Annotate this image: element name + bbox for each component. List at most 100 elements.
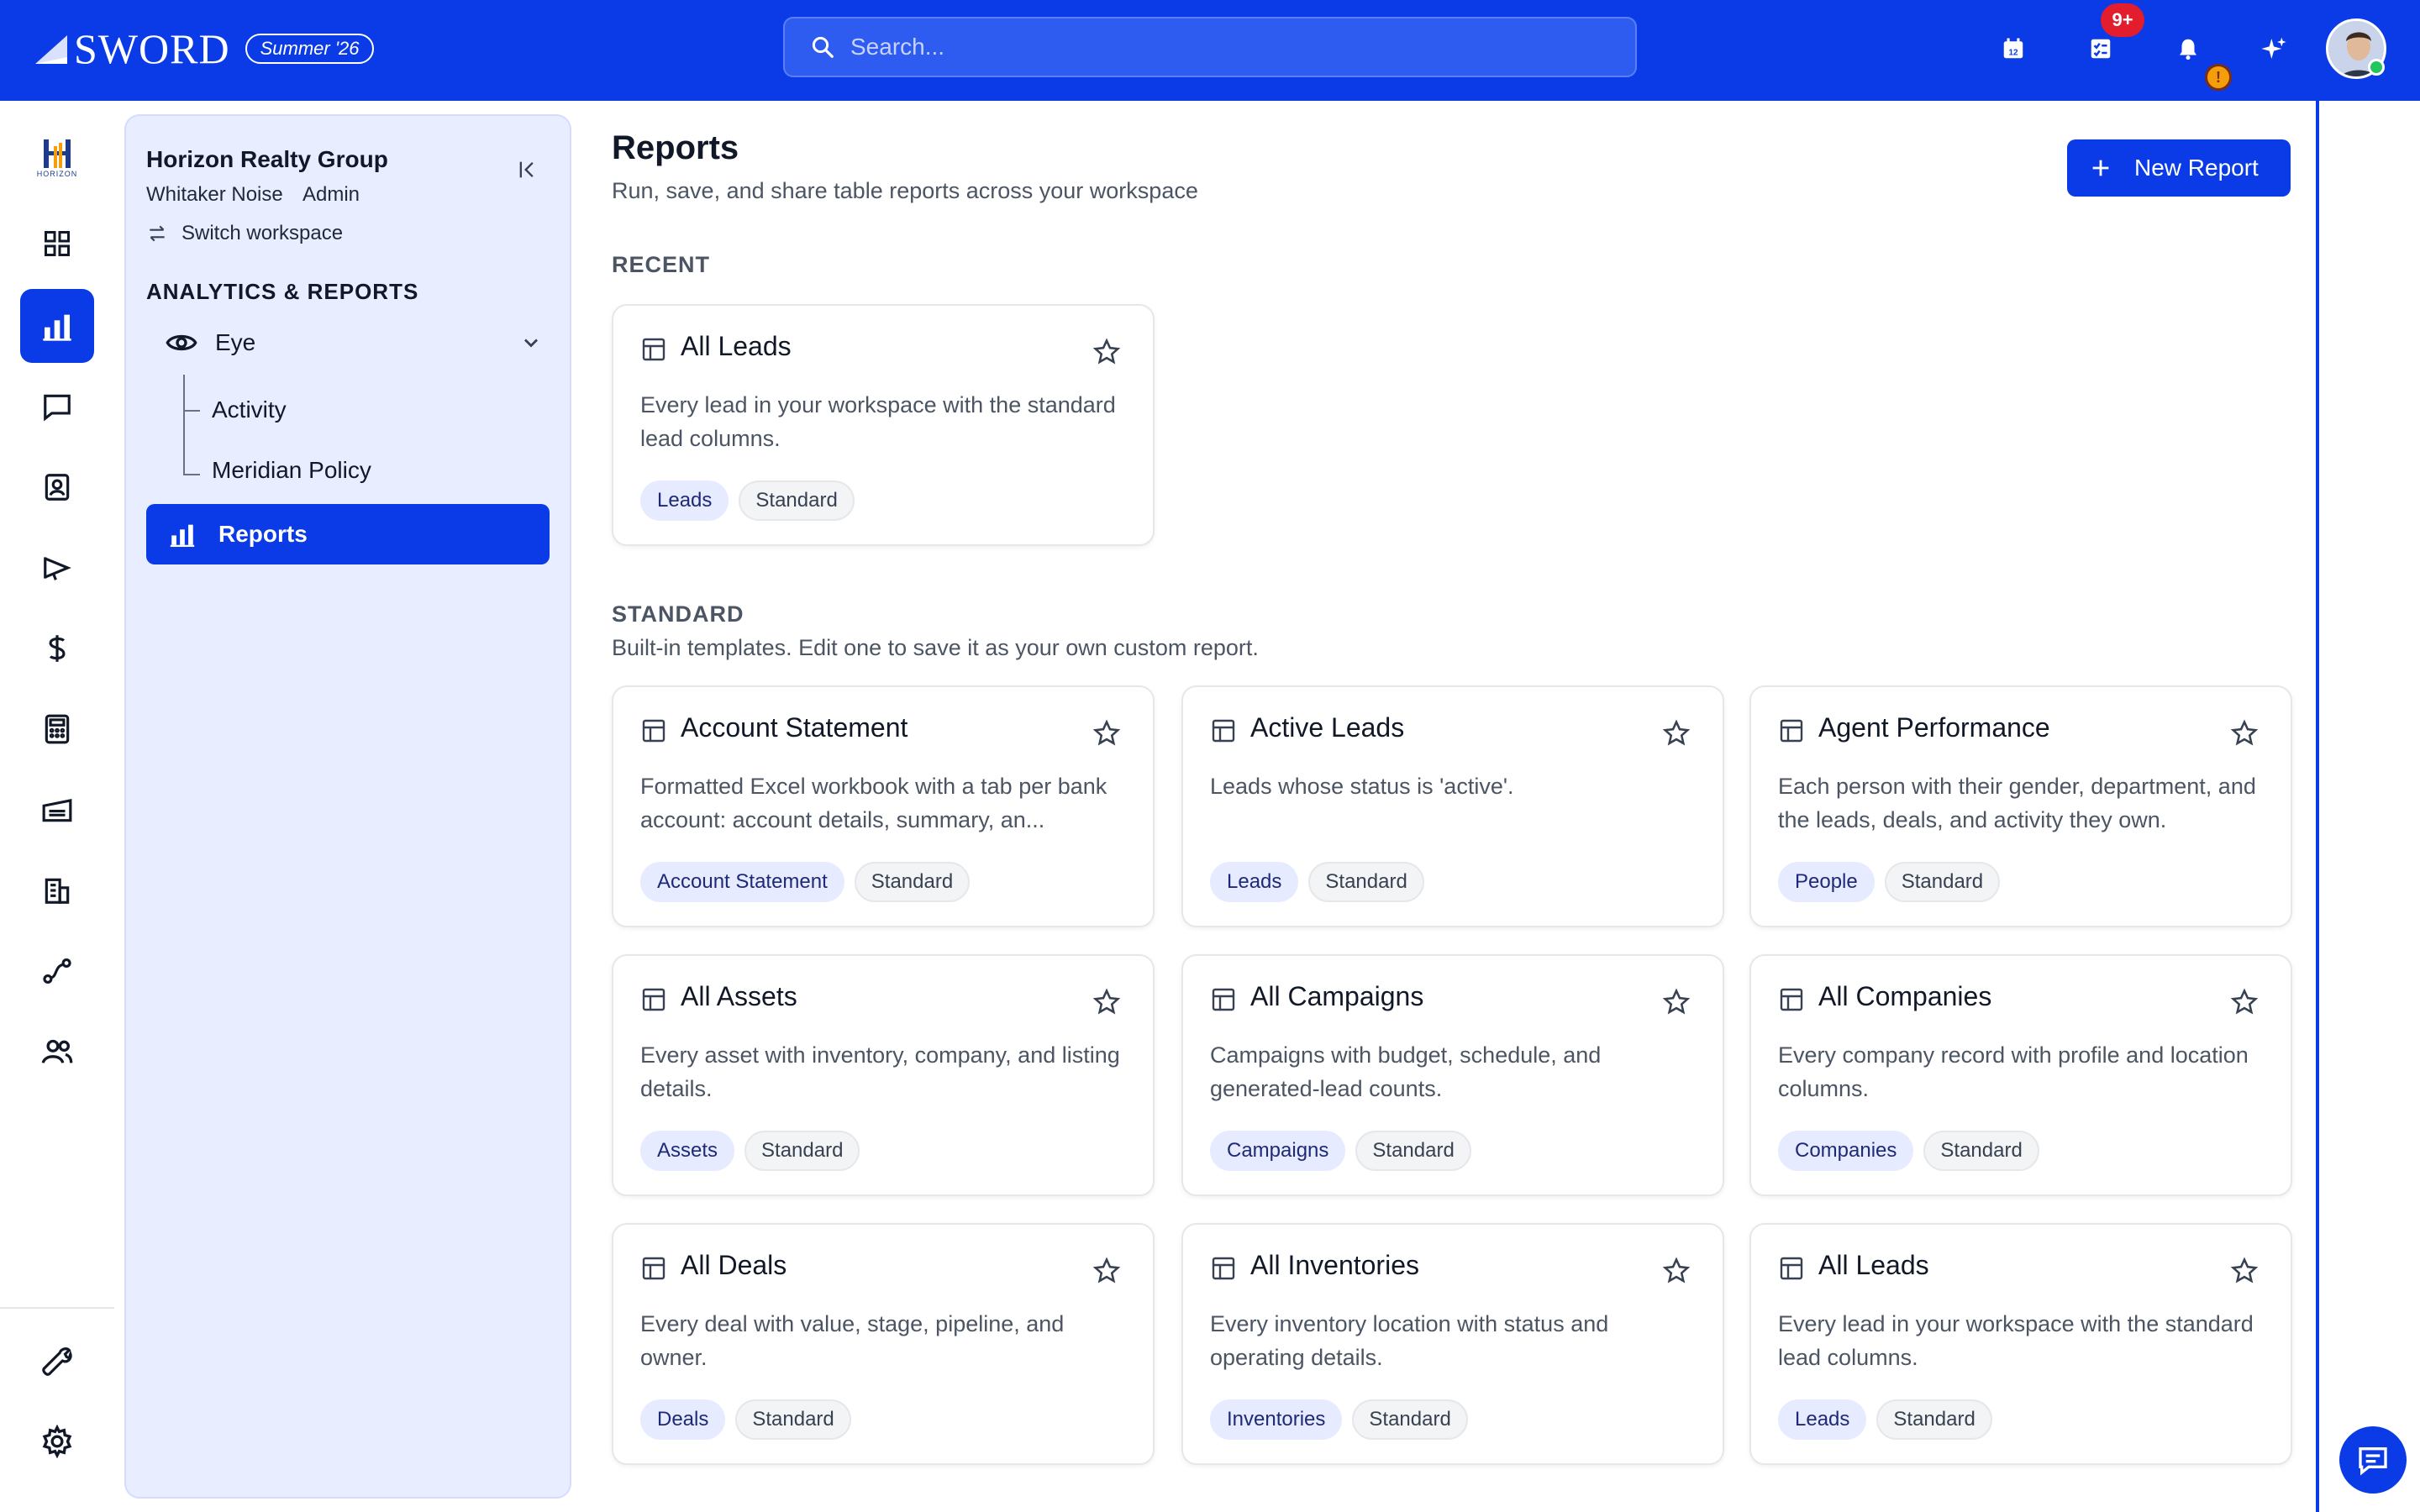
nav-item-reports-label: Reports bbox=[218, 521, 308, 547]
recent-heading: RECENT bbox=[612, 252, 711, 277]
notifications-count-badge: 9+ bbox=[2101, 3, 2144, 37]
rail-tools[interactable] bbox=[20, 1324, 94, 1398]
report-card[interactable]: Active Leads Leads whose status is 'activ… bbox=[1181, 685, 1724, 927]
bell-icon bbox=[2180, 39, 2196, 60]
rail-team[interactable] bbox=[20, 1015, 94, 1089]
calendar-button[interactable]: 12 bbox=[1993, 29, 2033, 69]
card-kind-tag: Standard bbox=[739, 480, 855, 521]
card-category-tag: Campaigns bbox=[1210, 1131, 1346, 1171]
report-card[interactable]: All Assets Every asset with inventory, co… bbox=[612, 954, 1155, 1196]
eye-icon bbox=[166, 334, 197, 351]
card-tags: Account Statement Standard bbox=[640, 862, 971, 902]
section-title: ANALYTICS & REPORTS bbox=[146, 279, 419, 304]
star-icon[interactable] bbox=[1092, 1257, 1121, 1285]
building-icon bbox=[45, 878, 70, 904]
rail-divider bbox=[0, 1307, 114, 1309]
card-category-tag: People bbox=[1778, 862, 1875, 902]
card-kind-tag: Standard bbox=[1884, 862, 2001, 902]
rail-contacts[interactable] bbox=[20, 450, 94, 524]
notifications-button[interactable] bbox=[2168, 29, 2208, 69]
rail-analytics[interactable] bbox=[20, 289, 94, 363]
report-card[interactable]: Account Statement Formatted Excel workboo… bbox=[612, 685, 1155, 927]
search-input[interactable] bbox=[850, 34, 1607, 60]
star-icon[interactable] bbox=[2230, 988, 2259, 1016]
nav-item-activity[interactable]: Activity bbox=[212, 396, 287, 423]
wrench-icon bbox=[42, 1347, 72, 1376]
card-kind-tag: Standard bbox=[1923, 1131, 2039, 1171]
nav-group-eye[interactable]: Eye bbox=[165, 318, 560, 368]
megaphone-icon bbox=[44, 557, 71, 580]
release-badge[interactable]: Summer '26 bbox=[245, 34, 375, 64]
chevron-down-icon[interactable] bbox=[519, 331, 543, 354]
report-card[interactable]: All Inventories Every inventory location … bbox=[1181, 1223, 1724, 1465]
card-kind-tag: Standard bbox=[744, 1131, 860, 1171]
rail-campaigns[interactable] bbox=[20, 531, 94, 605]
nav-group-label: Eye bbox=[215, 329, 256, 355]
card-description: Each person with their gender, departmen… bbox=[1778, 774, 2256, 832]
star-icon[interactable] bbox=[1092, 338, 1121, 366]
nav-item-reports[interactable]: Reports bbox=[146, 504, 550, 564]
card-title: All Leads bbox=[681, 331, 792, 361]
star-icon[interactable] bbox=[1662, 1257, 1691, 1285]
swap-icon bbox=[150, 225, 165, 242]
card-title: Agent Performance bbox=[1818, 712, 2050, 743]
star-icon[interactable] bbox=[2230, 719, 2259, 748]
rail-finance[interactable] bbox=[20, 612, 94, 685]
rail-calculator[interactable] bbox=[20, 692, 94, 766]
report-card[interactable]: All Leads Every lead in your workspace wi… bbox=[1749, 1223, 2292, 1465]
workspace-role: Admin bbox=[302, 183, 360, 206]
table-icon bbox=[642, 338, 666, 361]
gear-icon bbox=[42, 1425, 72, 1458]
card-description: Leads whose status is 'active'. bbox=[1210, 774, 1514, 799]
standard-heading: STANDARD bbox=[612, 601, 744, 627]
collapse-panel-button[interactable] bbox=[513, 155, 543, 185]
nav-item-meridian-policy[interactable]: Meridian Policy bbox=[212, 457, 371, 484]
rail-settings[interactable] bbox=[20, 1404, 94, 1478]
card-description: Formatted Excel workbook with a tab per … bbox=[640, 774, 1107, 832]
report-card[interactable]: All Deals Every deal with value, stage, p… bbox=[612, 1223, 1155, 1465]
bar-chart-icon bbox=[43, 314, 71, 341]
table-icon bbox=[1780, 1257, 1803, 1280]
card-title: All Leads bbox=[1818, 1250, 1929, 1280]
logo-text: SWORD bbox=[74, 25, 230, 72]
plus-icon bbox=[2092, 160, 2109, 176]
star-icon[interactable] bbox=[2230, 1257, 2259, 1285]
dollar-icon bbox=[49, 635, 66, 662]
report-card[interactable]: All Leads Every lead in your workspace w… bbox=[612, 304, 1155, 546]
rail-warehouse[interactable] bbox=[20, 773, 94, 847]
table-icon bbox=[642, 719, 666, 743]
table-icon bbox=[1212, 1257, 1235, 1280]
new-report-button[interactable]: New Report bbox=[2067, 139, 2291, 197]
card-kind-tag: Standard bbox=[1308, 862, 1424, 902]
rail-pipelines[interactable] bbox=[20, 934, 94, 1008]
rail-companies[interactable] bbox=[20, 853, 94, 927]
rail-messages[interactable] bbox=[20, 370, 94, 444]
dashboard-grid-icon bbox=[45, 231, 70, 256]
workspace-logo[interactable]: HORIZON bbox=[29, 134, 86, 185]
card-description: Every asset with inventory, company, and… bbox=[640, 1042, 1120, 1101]
card-tags: Inventories Standard bbox=[1210, 1399, 1468, 1440]
report-card[interactable]: All Campaigns Campaigns with budget, sche… bbox=[1181, 954, 1724, 1196]
star-icon[interactable] bbox=[1092, 988, 1121, 1016]
rail-dashboard[interactable] bbox=[20, 207, 94, 281]
card-tags: Assets Standard bbox=[640, 1131, 860, 1171]
top-bar: SWORD Summer '26 12 9+ ! bbox=[0, 0, 2420, 101]
card-description: Campaigns with budget, schedule, and gen… bbox=[1210, 1042, 1602, 1101]
star-icon[interactable] bbox=[1662, 988, 1691, 1016]
standard-description: Built-in templates. Edit one to save it … bbox=[612, 635, 1259, 660]
card-kind-tag: Standard bbox=[1355, 1131, 1471, 1171]
card-tags: Leads Standard bbox=[1210, 862, 1424, 902]
icon-rail: HORIZON bbox=[0, 101, 114, 1512]
switch-workspace-link[interactable]: Switch workspace bbox=[146, 222, 343, 245]
report-card[interactable]: All Companies Every company record with p… bbox=[1749, 954, 2292, 1196]
workspace-logo-text: HORIZON bbox=[36, 170, 78, 178]
report-card[interactable]: Agent Performance Each person with their … bbox=[1749, 685, 2292, 927]
app-logo[interactable]: SWORD Summer '26 bbox=[34, 22, 375, 76]
star-icon[interactable] bbox=[1662, 719, 1691, 748]
star-icon[interactable] bbox=[1092, 719, 1121, 748]
ai-assistant-button[interactable] bbox=[2254, 29, 2294, 69]
search-bar[interactable] bbox=[783, 17, 1637, 77]
chat-button[interactable] bbox=[2339, 1426, 2407, 1494]
card-title: All Deals bbox=[681, 1250, 787, 1280]
route-icon bbox=[43, 958, 71, 984]
